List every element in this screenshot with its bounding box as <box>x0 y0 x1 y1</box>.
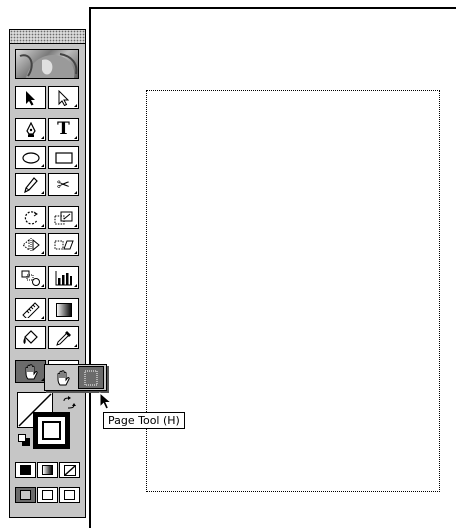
rotate-icon <box>22 210 40 226</box>
default-fill-stroke-icon[interactable] <box>18 434 30 446</box>
shear-icon <box>54 237 74 253</box>
reflect-tool-button[interactable] <box>15 233 46 256</box>
toolbox-titlebar[interactable] <box>10 30 85 44</box>
flyout-page-tool-button[interactable] <box>78 366 104 389</box>
full-screen-menu-button[interactable] <box>37 487 58 503</box>
eyedropper-icon <box>55 329 73 347</box>
window-icon <box>64 490 75 500</box>
normal-view-button[interactable] <box>15 487 36 503</box>
pencil-icon <box>23 176 38 193</box>
measure-tool-button[interactable] <box>15 298 46 321</box>
pen-tool-button[interactable] <box>15 118 46 141</box>
blend-tool-button[interactable] <box>15 266 46 289</box>
ellipse-tool-button[interactable] <box>15 146 46 169</box>
hand-tool-flyout <box>44 364 107 391</box>
stroke-swatch[interactable] <box>33 412 70 449</box>
venus-logo-icon <box>15 49 79 79</box>
pencil-tool-button[interactable] <box>15 173 46 196</box>
ellipse-icon <box>21 151 40 164</box>
solid-color-icon <box>20 465 31 475</box>
tool-tooltip: Page Tool (H) <box>103 412 185 429</box>
reflect-icon <box>21 237 41 253</box>
hand-icon <box>22 363 40 381</box>
flyout-hand-tool-button[interactable] <box>49 366 77 389</box>
toolbox-palette: T ✂ <box>9 29 86 518</box>
mouse-pointer-icon <box>99 391 113 414</box>
page-icon <box>83 370 99 386</box>
rectangle-tool-button[interactable] <box>48 146 79 169</box>
blend-icon <box>21 270 41 286</box>
apply-color-button[interactable] <box>15 462 36 478</box>
pen-icon <box>25 121 37 138</box>
rotate-tool-button[interactable] <box>15 206 46 229</box>
apply-gradient-button[interactable] <box>37 462 58 478</box>
color-controls <box>15 390 80 457</box>
full-screen-button[interactable] <box>59 487 80 503</box>
gradient-tool-button[interactable] <box>48 298 79 321</box>
type-tool-button[interactable]: T <box>48 118 79 141</box>
window-icon <box>42 490 53 500</box>
paint-bucket-tool-button[interactable] <box>15 326 46 349</box>
hand-icon <box>54 369 72 387</box>
rectangle-icon <box>54 151 73 164</box>
shear-tool-button[interactable] <box>48 233 79 256</box>
gradient-icon <box>55 302 72 317</box>
window-icon <box>20 490 31 500</box>
scissors-tool-button[interactable]: ✂ <box>48 173 79 196</box>
scale-tool-button[interactable] <box>48 206 79 229</box>
selection-arrow-icon <box>25 90 37 106</box>
graph-icon <box>55 270 73 286</box>
hand-tool-button[interactable] <box>15 360 46 383</box>
graph-tool-button[interactable] <box>48 266 79 289</box>
gradient-swatch-icon <box>42 465 53 475</box>
selection-tool-button[interactable] <box>15 86 46 109</box>
direct-selection-arrow-icon <box>58 89 70 106</box>
measure-icon <box>21 301 41 318</box>
scissors-icon: ✂ <box>56 174 71 194</box>
none-icon <box>63 461 76 480</box>
direct-selection-tool-button[interactable] <box>48 86 79 109</box>
type-icon: T <box>57 119 70 139</box>
paint-bucket-icon <box>22 329 40 347</box>
eyedropper-tool-button[interactable] <box>48 326 79 349</box>
apply-none-button[interactable] <box>59 462 80 478</box>
scale-icon <box>54 210 74 226</box>
page-boundary <box>146 90 440 492</box>
